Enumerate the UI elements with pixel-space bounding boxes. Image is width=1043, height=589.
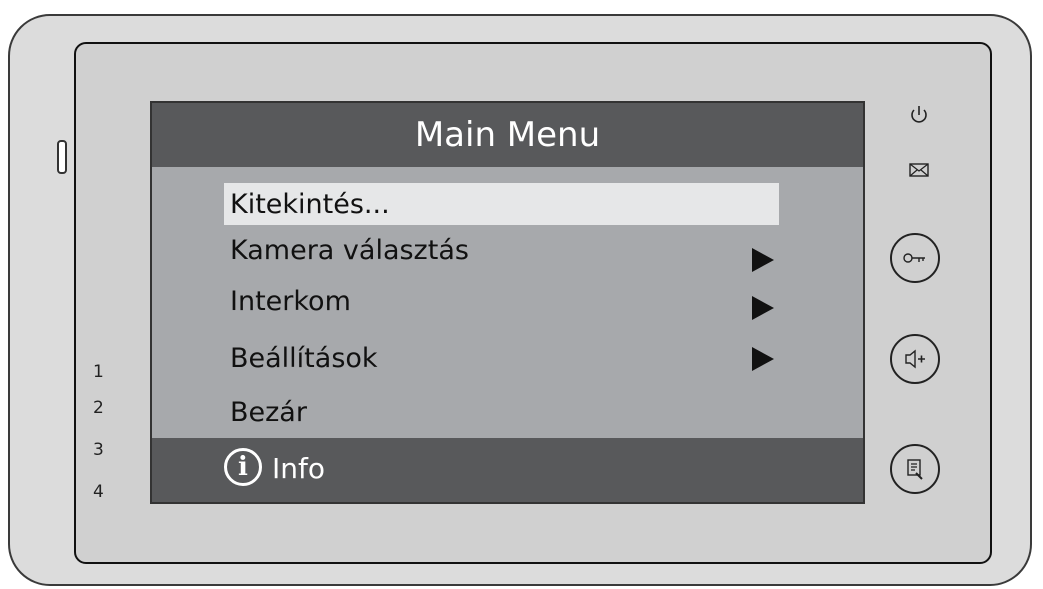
title-bar: Main Menu: [152, 103, 863, 167]
submenu-arrow-icon: [752, 296, 774, 320]
page-title: Main Menu: [414, 115, 601, 155]
camera-indicator-1: 1: [93, 362, 104, 382]
info-icon: i: [224, 448, 262, 486]
monitor-icon: [907, 459, 923, 480]
lcd-screen: Main Menu Kitekintés... Kamera választás…: [150, 101, 865, 504]
menu-item-label: Kitekintés...: [230, 188, 390, 220]
menu-item-label: Interkom: [230, 285, 351, 317]
menu-item-kitekintes[interactable]: Kitekintés...: [224, 183, 779, 225]
menu-item-kamera-valasztas[interactable]: Kamera választás: [224, 229, 779, 271]
submenu-arrow-icon: [752, 248, 774, 272]
speaker-icon: [905, 349, 925, 369]
camera-indicator-2: 2: [93, 398, 104, 418]
camera-indicator-3: 3: [93, 440, 104, 460]
info-label: Info: [272, 452, 325, 485]
camera-indicator-4: 4: [93, 482, 104, 502]
door-key-button[interactable]: [890, 233, 940, 283]
side-switch[interactable]: [57, 140, 67, 174]
menu-item-label: Kamera választás: [230, 234, 469, 266]
power-icon[interactable]: [904, 100, 934, 130]
talk-button[interactable]: [890, 334, 940, 384]
menu-item-label: Beállítások: [230, 342, 378, 374]
menu-item-interkom[interactable]: Interkom: [224, 280, 779, 322]
info-bar[interactable]: i Info: [152, 438, 863, 502]
key-icon: [903, 253, 925, 263]
message-icon: [904, 158, 934, 182]
menu-item-bezar[interactable]: Bezár: [224, 391, 779, 433]
menu-item-label: Bezár: [230, 396, 307, 428]
submenu-arrow-icon: [752, 347, 774, 371]
menu-item-beallitasok[interactable]: Beállítások: [224, 337, 779, 379]
monitor-button[interactable]: [890, 444, 940, 494]
